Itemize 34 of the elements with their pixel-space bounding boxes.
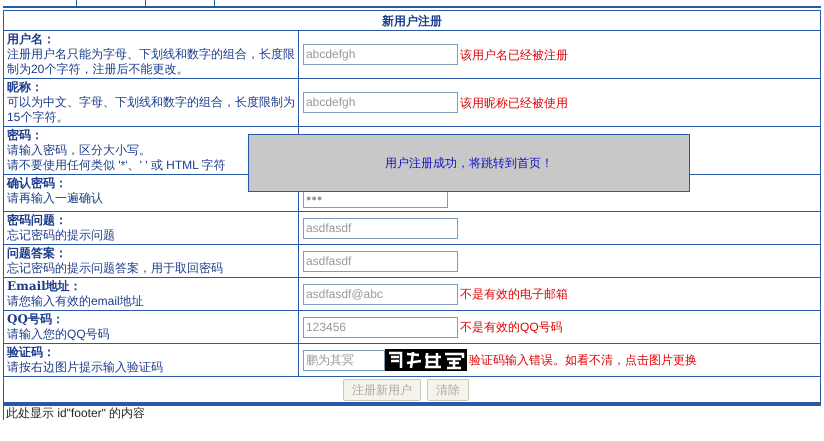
form-title: 新用户注册	[382, 12, 442, 30]
input-field[interactable]: asdfasdf	[303, 250, 458, 272]
field-label: QQ号码：	[7, 312, 65, 327]
field-hint: 请您输入有效的email地址	[7, 294, 145, 309]
error-message: 验证码输入错误。如看不清，点击图片更换	[469, 352, 697, 369]
field-label: Email地址：	[7, 279, 83, 294]
input-field[interactable]: abcdefgh	[303, 92, 458, 113]
field-label: 密码问题：	[7, 213, 68, 228]
error-message: 不是有效的电子邮箱	[460, 286, 568, 303]
error-message: 该用户名已经被注册	[460, 46, 568, 64]
field-hint: 请输入您的QQ号码	[7, 327, 111, 342]
field-label: 问题答案：	[7, 246, 68, 261]
captcha-field[interactable]: 鹏为其冥	[303, 350, 385, 370]
field-hint: 请不要使用任何类似 '*'、' ' 或 HTML 字符	[7, 158, 227, 173]
error-message: 不是有效的QQ号码	[460, 319, 563, 336]
field-hint: 请按右边图片提示输入验证码	[7, 360, 164, 375]
field-hint: 忘记密码的提示问题	[7, 228, 116, 243]
input-field[interactable]: asdfasdf	[303, 218, 458, 238]
field-hint: 注册用户名只能为字母、下划线和数字的组合，长度限制为20个字符，注册后不能更改。	[7, 47, 295, 77]
field-label: 昵称：	[7, 80, 44, 95]
input-field[interactable]: asdfasdf@abc	[303, 284, 458, 304]
field-hint: 可以为中文、字母、下划线和数字的组合，长度限制为15个字符。	[7, 95, 295, 125]
footer-text: 此处显示 id"footer" 的内容	[6, 406, 146, 420]
field-hint: 请再输入一遍确认	[7, 191, 104, 206]
error-message: 该用昵称已经被使用	[460, 94, 568, 112]
input-field[interactable]: abcdefgh	[303, 44, 458, 65]
field-hint: 忘记密码的提示问题答案，用于取回密码	[7, 261, 224, 276]
field-label: 密码：	[7, 128, 44, 143]
input-field[interactable]: 123456	[303, 316, 458, 338]
field-hint: 请输入密码，区分大小写。	[7, 143, 152, 158]
dialog-message: 用户注册成功，将跳转到首页！	[385, 155, 553, 172]
field-label: 确认密码：	[7, 176, 68, 191]
field-label: 用户名：	[7, 32, 56, 47]
field-label: 验证码：	[7, 345, 56, 360]
